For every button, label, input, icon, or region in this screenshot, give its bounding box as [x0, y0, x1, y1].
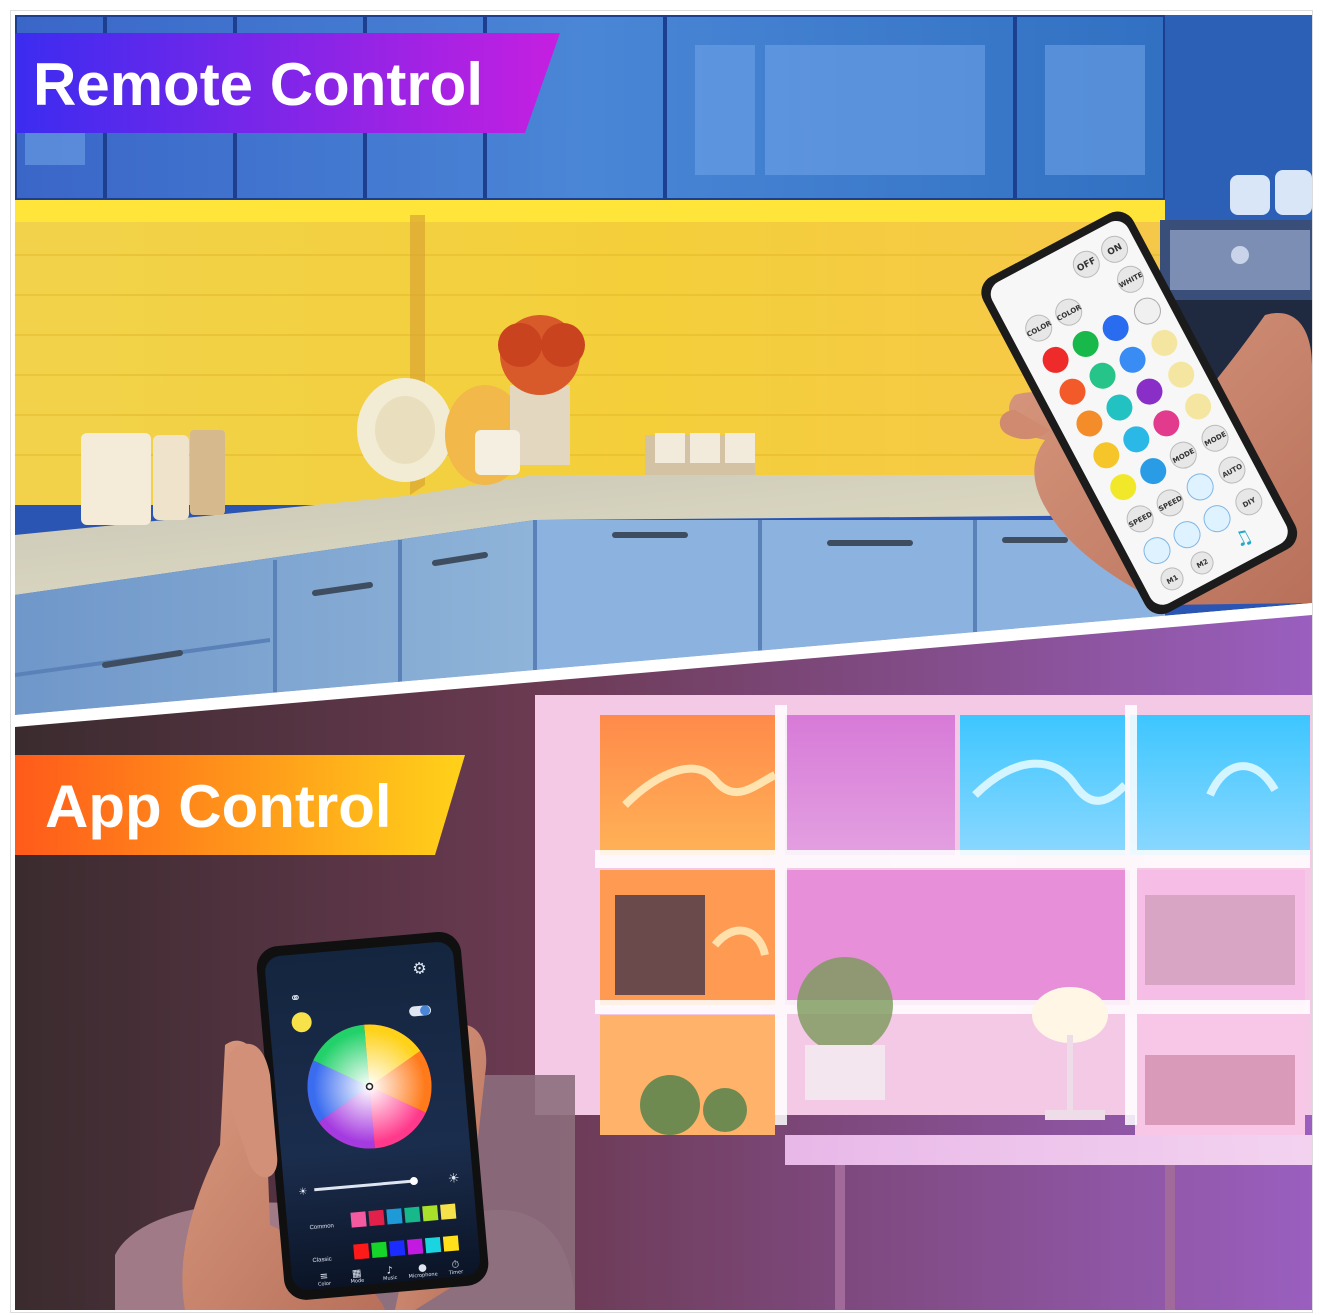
brightness-high-icon: ☀ — [447, 1170, 460, 1186]
living-room-scene: ⚭ ⚙ ☀ ☀ Common Classic ≡ Color ▦ Mode ♪ … — [15, 615, 1312, 1310]
led-strip-product-image: OFF ON COLOR COLOR WHITE MODE MODE SPEED… — [15, 15, 1312, 1310]
link-icon[interactable]: ⚭ — [289, 989, 302, 1006]
product-image-frame: OFF ON COLOR COLOR WHITE MODE MODE SPEED… — [10, 10, 1313, 1313]
brightness-low-icon: ☀ — [298, 1186, 308, 1198]
remote-control-title: Remote Control — [33, 51, 483, 118]
nav-mode[interactable]: Mode — [350, 1278, 364, 1285]
app-control-banner: App Control — [15, 755, 465, 855]
kitchen-scene: OFF ON COLOR COLOR WHITE MODE MODE SPEED… — [15, 15, 1312, 715]
remote-control-banner: Remote Control — [15, 33, 560, 133]
nav-color[interactable]: Color — [318, 1281, 332, 1288]
app-control-title: App Control — [45, 773, 392, 840]
gear-icon[interactable]: ⚙ — [412, 960, 428, 978]
nav-music[interactable]: Music — [383, 1275, 398, 1282]
smartphone: ⚭ ⚙ ☀ ☀ Common Classic ≡ Color ▦ Mode ♪ … — [256, 931, 489, 1300]
